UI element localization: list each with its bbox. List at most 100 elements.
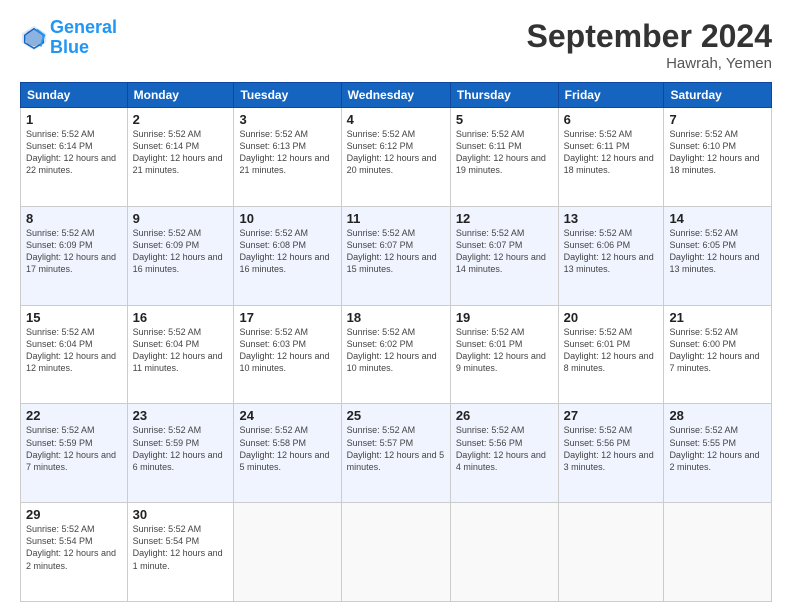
table-row — [234, 503, 341, 602]
location: Hawrah, Yemen — [527, 55, 772, 72]
logo-text: General Blue — [50, 18, 117, 58]
table-row: 4 Sunrise: 5:52 AM Sunset: 6:12 PM Dayli… — [341, 108, 450, 207]
month-title: September 2024 — [527, 18, 772, 55]
day-number: 7 — [669, 112, 766, 127]
col-tuesday: Tuesday — [234, 83, 341, 108]
day-info: Sunrise: 5:52 AM Sunset: 5:54 PM Dayligh… — [133, 523, 229, 572]
day-number: 17 — [239, 310, 335, 325]
day-info: Sunrise: 5:52 AM Sunset: 5:59 PM Dayligh… — [133, 424, 229, 473]
table-row: 18 Sunrise: 5:52 AM Sunset: 6:02 PM Dayl… — [341, 305, 450, 404]
table-row: 23 Sunrise: 5:52 AM Sunset: 5:59 PM Dayl… — [127, 404, 234, 503]
day-info: Sunrise: 5:52 AM Sunset: 6:13 PM Dayligh… — [239, 128, 335, 177]
table-row: 12 Sunrise: 5:52 AM Sunset: 6:07 PM Dayl… — [450, 206, 558, 305]
day-number: 27 — [564, 408, 659, 423]
day-number: 1 — [26, 112, 122, 127]
day-info: Sunrise: 5:52 AM Sunset: 5:56 PM Dayligh… — [456, 424, 553, 473]
day-info: Sunrise: 5:52 AM Sunset: 6:03 PM Dayligh… — [239, 326, 335, 375]
day-number: 6 — [564, 112, 659, 127]
day-number: 30 — [133, 507, 229, 522]
table-row: 17 Sunrise: 5:52 AM Sunset: 6:03 PM Dayl… — [234, 305, 341, 404]
table-row: 7 Sunrise: 5:52 AM Sunset: 6:10 PM Dayli… — [664, 108, 772, 207]
table-row — [450, 503, 558, 602]
table-row: 25 Sunrise: 5:52 AM Sunset: 5:57 PM Dayl… — [341, 404, 450, 503]
day-number: 16 — [133, 310, 229, 325]
table-row: 26 Sunrise: 5:52 AM Sunset: 5:56 PM Dayl… — [450, 404, 558, 503]
calendar-row: 8 Sunrise: 5:52 AM Sunset: 6:09 PM Dayli… — [21, 206, 772, 305]
table-row: 8 Sunrise: 5:52 AM Sunset: 6:09 PM Dayli… — [21, 206, 128, 305]
day-info: Sunrise: 5:52 AM Sunset: 5:56 PM Dayligh… — [564, 424, 659, 473]
table-row: 28 Sunrise: 5:52 AM Sunset: 5:55 PM Dayl… — [664, 404, 772, 503]
day-number: 10 — [239, 211, 335, 226]
table-row: 3 Sunrise: 5:52 AM Sunset: 6:13 PM Dayli… — [234, 108, 341, 207]
day-number: 22 — [26, 408, 122, 423]
day-info: Sunrise: 5:52 AM Sunset: 6:07 PM Dayligh… — [347, 227, 445, 276]
calendar-row: 1 Sunrise: 5:52 AM Sunset: 6:14 PM Dayli… — [21, 108, 772, 207]
logo-icon — [20, 24, 48, 52]
day-number: 4 — [347, 112, 445, 127]
table-row: 9 Sunrise: 5:52 AM Sunset: 6:09 PM Dayli… — [127, 206, 234, 305]
logo: General Blue — [20, 18, 117, 58]
day-number: 21 — [669, 310, 766, 325]
day-info: Sunrise: 5:52 AM Sunset: 6:14 PM Dayligh… — [133, 128, 229, 177]
day-number: 28 — [669, 408, 766, 423]
day-number: 23 — [133, 408, 229, 423]
table-row: 13 Sunrise: 5:52 AM Sunset: 6:06 PM Dayl… — [558, 206, 664, 305]
table-row: 11 Sunrise: 5:52 AM Sunset: 6:07 PM Dayl… — [341, 206, 450, 305]
day-info: Sunrise: 5:52 AM Sunset: 6:09 PM Dayligh… — [133, 227, 229, 276]
day-info: Sunrise: 5:52 AM Sunset: 6:06 PM Dayligh… — [564, 227, 659, 276]
col-monday: Monday — [127, 83, 234, 108]
day-number: 15 — [26, 310, 122, 325]
day-info: Sunrise: 5:52 AM Sunset: 5:55 PM Dayligh… — [669, 424, 766, 473]
day-info: Sunrise: 5:52 AM Sunset: 6:00 PM Dayligh… — [669, 326, 766, 375]
logo-line1: General — [50, 17, 117, 37]
header: General Blue September 2024 Hawrah, Yeme… — [20, 18, 772, 72]
day-info: Sunrise: 5:52 AM Sunset: 6:11 PM Dayligh… — [564, 128, 659, 177]
table-row: 19 Sunrise: 5:52 AM Sunset: 6:01 PM Dayl… — [450, 305, 558, 404]
table-row: 6 Sunrise: 5:52 AM Sunset: 6:11 PM Dayli… — [558, 108, 664, 207]
day-info: Sunrise: 5:52 AM Sunset: 6:08 PM Dayligh… — [239, 227, 335, 276]
page: General Blue September 2024 Hawrah, Yeme… — [0, 0, 792, 612]
day-number: 14 — [669, 211, 766, 226]
day-info: Sunrise: 5:52 AM Sunset: 6:02 PM Dayligh… — [347, 326, 445, 375]
day-info: Sunrise: 5:52 AM Sunset: 6:14 PM Dayligh… — [26, 128, 122, 177]
table-row: 1 Sunrise: 5:52 AM Sunset: 6:14 PM Dayli… — [21, 108, 128, 207]
table-row: 14 Sunrise: 5:52 AM Sunset: 6:05 PM Dayl… — [664, 206, 772, 305]
day-info: Sunrise: 5:52 AM Sunset: 6:10 PM Dayligh… — [669, 128, 766, 177]
col-sunday: Sunday — [21, 83, 128, 108]
col-thursday: Thursday — [450, 83, 558, 108]
day-number: 25 — [347, 408, 445, 423]
day-info: Sunrise: 5:52 AM Sunset: 5:57 PM Dayligh… — [347, 424, 445, 473]
day-number: 20 — [564, 310, 659, 325]
day-number: 3 — [239, 112, 335, 127]
day-number: 5 — [456, 112, 553, 127]
table-row — [558, 503, 664, 602]
day-info: Sunrise: 5:52 AM Sunset: 5:58 PM Dayligh… — [239, 424, 335, 473]
day-info: Sunrise: 5:52 AM Sunset: 6:04 PM Dayligh… — [26, 326, 122, 375]
table-row: 15 Sunrise: 5:52 AM Sunset: 6:04 PM Dayl… — [21, 305, 128, 404]
calendar-row: 15 Sunrise: 5:52 AM Sunset: 6:04 PM Dayl… — [21, 305, 772, 404]
col-saturday: Saturday — [664, 83, 772, 108]
day-number: 18 — [347, 310, 445, 325]
table-row: 2 Sunrise: 5:52 AM Sunset: 6:14 PM Dayli… — [127, 108, 234, 207]
table-row — [341, 503, 450, 602]
day-number: 29 — [26, 507, 122, 522]
day-info: Sunrise: 5:52 AM Sunset: 5:54 PM Dayligh… — [26, 523, 122, 572]
day-info: Sunrise: 5:52 AM Sunset: 5:59 PM Dayligh… — [26, 424, 122, 473]
calendar-row: 29 Sunrise: 5:52 AM Sunset: 5:54 PM Dayl… — [21, 503, 772, 602]
day-info: Sunrise: 5:52 AM Sunset: 6:05 PM Dayligh… — [669, 227, 766, 276]
day-info: Sunrise: 5:52 AM Sunset: 6:01 PM Dayligh… — [456, 326, 553, 375]
table-row: 5 Sunrise: 5:52 AM Sunset: 6:11 PM Dayli… — [450, 108, 558, 207]
table-row: 10 Sunrise: 5:52 AM Sunset: 6:08 PM Dayl… — [234, 206, 341, 305]
day-info: Sunrise: 5:52 AM Sunset: 6:09 PM Dayligh… — [26, 227, 122, 276]
day-info: Sunrise: 5:52 AM Sunset: 6:12 PM Dayligh… — [347, 128, 445, 177]
day-number: 26 — [456, 408, 553, 423]
day-number: 12 — [456, 211, 553, 226]
calendar-table: Sunday Monday Tuesday Wednesday Thursday… — [20, 82, 772, 602]
col-friday: Friday — [558, 83, 664, 108]
day-number: 8 — [26, 211, 122, 226]
table-row: 29 Sunrise: 5:52 AM Sunset: 5:54 PM Dayl… — [21, 503, 128, 602]
table-row: 30 Sunrise: 5:52 AM Sunset: 5:54 PM Dayl… — [127, 503, 234, 602]
table-row: 24 Sunrise: 5:52 AM Sunset: 5:58 PM Dayl… — [234, 404, 341, 503]
day-number: 24 — [239, 408, 335, 423]
table-row: 21 Sunrise: 5:52 AM Sunset: 6:00 PM Dayl… — [664, 305, 772, 404]
